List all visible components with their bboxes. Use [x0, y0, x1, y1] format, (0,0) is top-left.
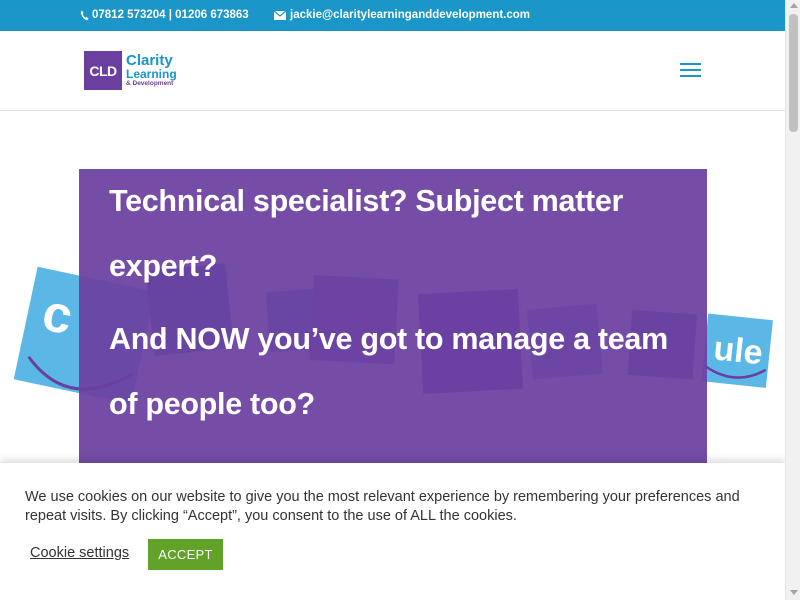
site-header: CLD Clarity Learning & Development — [0, 31, 785, 111]
logo-wordmark: Clarity Learning & Development — [126, 53, 177, 88]
cookie-message: We use cookies on our website to give yo… — [25, 489, 740, 524]
email-address: jackie@claritylearninganddevelopment.com — [290, 9, 531, 21]
hero-line-2: expert? — [109, 249, 218, 283]
logo-line-development: & Development — [126, 80, 174, 88]
hero-section: c ule Technical specialist? Subject matt… — [0, 112, 785, 464]
hamburger-icon[interactable] — [680, 62, 701, 78]
scroll-up-arrow-icon[interactable] — [790, 3, 798, 8]
phone-numbers: 07812 573204 | 01206 673863 — [92, 9, 249, 21]
site-logo[interactable]: CLD Clarity Learning & Development — [84, 51, 177, 90]
accept-button[interactable]: ACCEPT — [148, 539, 223, 570]
cookie-banner: We use cookies on our website to give yo… — [0, 463, 785, 600]
email-link[interactable]: jackie@claritylearninganddevelopment.com — [274, 9, 530, 21]
page: 07812 573204 | 01206 673863 jackie@clari… — [0, 0, 785, 600]
scroll-thumb[interactable] — [789, 14, 798, 132]
top-contact-bar: 07812 573204 | 01206 673863 jackie@clari… — [0, 0, 785, 31]
cookie-settings-link[interactable]: Cookie settings — [30, 545, 129, 561]
hero-headline: Technical specialist? Subject matter exp… — [109, 169, 699, 437]
logo-mark: CLD — [84, 51, 122, 90]
hero-line-1: Technical specialist? Subject matter — [109, 184, 624, 218]
envelope-icon — [274, 10, 286, 20]
svg-text:ule: ule — [712, 329, 765, 372]
scroll-down-arrow-icon[interactable] — [790, 590, 798, 595]
phone-icon — [80, 10, 89, 21]
hero-line-3: And NOW you’ve got to manage a team — [109, 322, 668, 356]
page-scrollbar[interactable] — [785, 0, 800, 600]
phone-link[interactable]: 07812 573204 | 01206 673863 — [80, 9, 249, 21]
logo-line-clarity: Clarity — [126, 52, 173, 70]
hero-line-4: of people too? — [109, 387, 315, 421]
logo-line-learning: Learning — [126, 67, 177, 82]
